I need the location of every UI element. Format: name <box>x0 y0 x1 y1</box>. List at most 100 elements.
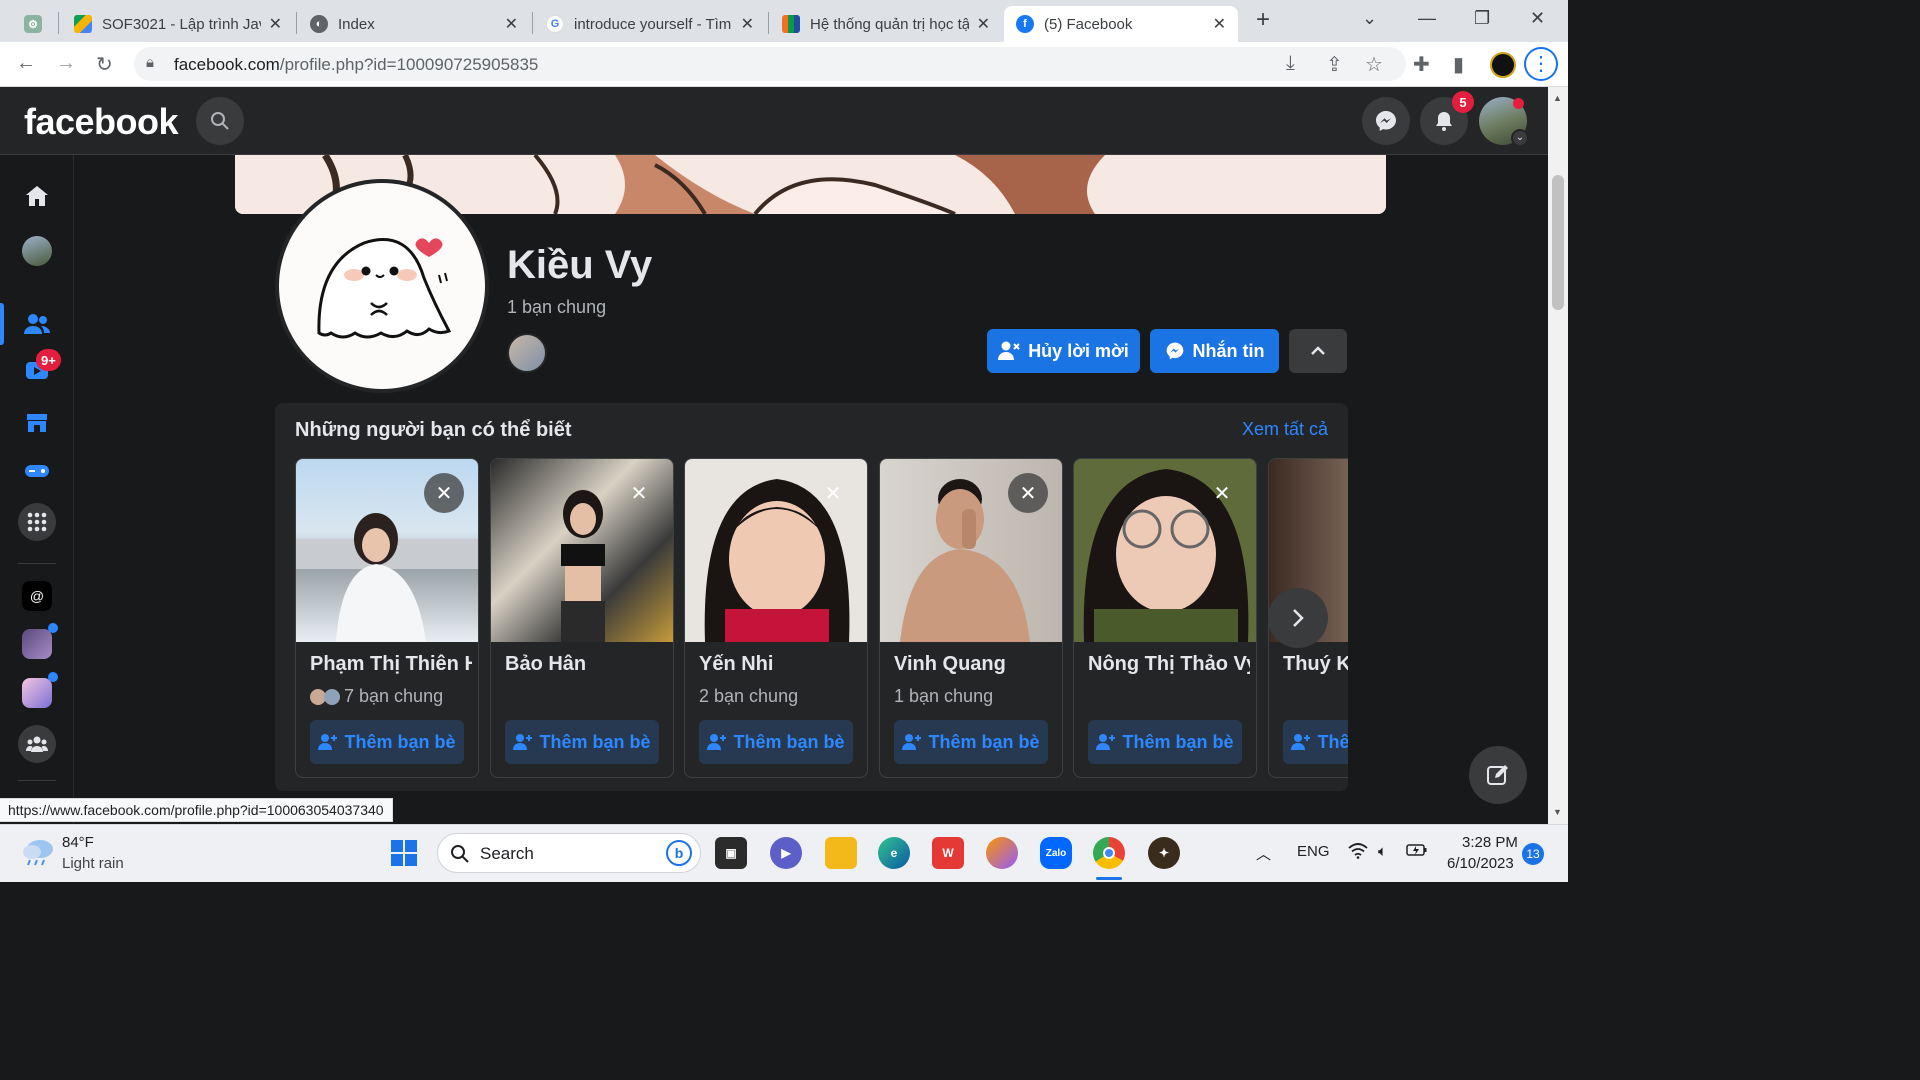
suggestion-card[interactable]: ✕ Yến Nhi 2 bạn chung Thêm bạn bè <box>684 458 868 778</box>
dismiss-button[interactable]: ✕ <box>1202 473 1242 513</box>
tab-facebook[interactable]: f (5) Facebook ✕ <box>1004 6 1238 42</box>
notification-center-badge[interactable]: 13 <box>1522 843 1544 865</box>
suggestion-card[interactable]: ✕ Vinh Quang 1 bạn chung Thêm bạn bè <box>879 458 1063 778</box>
teams-button[interactable]: ▶ <box>770 837 802 869</box>
dismiss-button[interactable]: ✕ <box>813 473 853 513</box>
collapse-suggestions-button[interactable] <box>1289 329 1347 373</box>
page-scrollbar[interactable]: ▲ ▼ <box>1548 87 1568 824</box>
tab-lms[interactable]: Hệ thống quản trị học tập ✕ <box>770 6 1002 42</box>
dismiss-button[interactable]: ✕ <box>1008 473 1048 513</box>
windows-taskbar: 84°F Light rain Search b ▣ ▶ e W Zalo ✦ … <box>0 824 1568 882</box>
scroll-up-arrow-icon[interactable]: ▲ <box>1553 93 1562 103</box>
chrome-button[interactable] <box>1093 837 1125 869</box>
new-tab-button[interactable]: + <box>1256 6 1270 34</box>
file-explorer-button[interactable] <box>825 837 857 869</box>
weather-widget[interactable] <box>20 837 56 867</box>
suggestion-mutual[interactable]: 7 bạn chung <box>310 686 443 707</box>
share-icon[interactable]: ⇪ <box>1326 52 1343 77</box>
edge-button[interactable]: e <box>878 837 910 869</box>
search-button[interactable] <box>196 97 244 145</box>
battery-icon[interactable] <box>1406 843 1428 861</box>
dismiss-button[interactable]: ✕ <box>619 473 659 513</box>
address-bar[interactable]: 🔒︎ facebook.com/profile.php?id=100090725… <box>134 47 1406 81</box>
tab-google-search[interactable]: G introduce yourself - Tìm ✕ <box>534 6 766 42</box>
side-panel-icon[interactable]: ▮ <box>1453 52 1464 77</box>
suggestion-name[interactable]: Yến Nhi <box>699 653 861 676</box>
clock-date[interactable]: 6/10/2023 <box>1447 855 1514 872</box>
add-friend-button[interactable]: Thêm bạn bè <box>699 720 853 764</box>
close-icon[interactable]: ✕ <box>269 14 282 34</box>
see-all-link[interactable]: Xem tất cả <box>1242 419 1328 440</box>
task-view-button[interactable]: ▣ <box>715 837 747 869</box>
add-friend-button[interactable]: Thêm bạn bè <box>1088 720 1242 764</box>
profile-picture[interactable] <box>275 179 489 393</box>
chevron-down-icon[interactable]: ⌄ <box>1511 129 1529 147</box>
bookmark-star-icon[interactable]: ☆ <box>1365 52 1383 77</box>
clock-time[interactable]: 3:28 PM <box>1462 834 1518 851</box>
suggestion-name[interactable]: Vinh Quang <box>894 653 1056 676</box>
suggestion-name[interactable]: Thuý Kiều <box>1283 653 1348 676</box>
show-hidden-icons[interactable]: ︿ <box>1256 843 1271 864</box>
minimize-button[interactable]: — <box>1418 8 1436 29</box>
suggestion-card[interactable]: ✕ Nông Thị Thảo Vy Thêm bạn bè <box>1073 458 1257 778</box>
message-button[interactable]: Nhắn tin <box>1150 329 1279 373</box>
suggestion-name[interactable]: Nông Thị Thảo Vy <box>1088 653 1250 676</box>
bing-icon[interactable]: b <box>666 840 692 866</box>
carousel-next-button[interactable] <box>1268 588 1328 648</box>
menu-button[interactable] <box>18 503 56 541</box>
groups-button[interactable] <box>18 725 56 763</box>
cancel-request-button[interactable]: Hủy lời mời <box>987 329 1140 373</box>
game-button[interactable]: ✦ <box>1148 837 1180 869</box>
suggestion-mutual[interactable]: 1 bạn chung <box>894 686 993 707</box>
taskbar-search[interactable]: Search b <box>437 833 701 873</box>
mutual-friends-count[interactable]: 1 bạn chung <box>507 297 606 318</box>
restore-button[interactable]: ❐ <box>1474 8 1490 29</box>
install-icon[interactable]: ⤓ <box>1286 52 1295 75</box>
wifi-icon[interactable] <box>1348 843 1368 863</box>
profile-avatar-icon[interactable] <box>1490 52 1516 78</box>
close-window-button[interactable]: ✕ <box>1530 8 1545 29</box>
forward-icon[interactable]: → <box>56 52 76 75</box>
dismiss-button[interactable]: ✕ <box>424 473 464 513</box>
suggestion-mutual[interactable]: 2 bạn chung <box>699 686 798 707</box>
gaming-button[interactable] <box>18 452 56 490</box>
close-icon[interactable]: ✕ <box>977 14 990 34</box>
start-button[interactable] <box>388 837 420 869</box>
extensions-icon[interactable]: ✚ <box>1413 52 1430 77</box>
language-indicator[interactable]: ENG <box>1297 843 1330 860</box>
profile-shortcut-button[interactable] <box>18 232 56 270</box>
add-friend-button[interactable]: Thêm bạn bè <box>310 720 464 764</box>
close-icon[interactable]: ✕ <box>1213 14 1226 34</box>
mutual-friend-avatar[interactable] <box>507 333 547 373</box>
firefox-button[interactable] <box>986 837 1018 869</box>
suggestion-card[interactable]: ✕ Phạm Thị Thiên Hương 7 bạn chung Thêm … <box>295 458 479 778</box>
messenger-button[interactable] <box>1362 97 1410 145</box>
scrollbar-thumb[interactable] <box>1552 175 1564 310</box>
friends-button[interactable] <box>18 305 56 343</box>
close-icon[interactable]: ✕ <box>741 14 754 34</box>
add-friend-button[interactable]: Thêm bạn bè <box>505 720 659 764</box>
wps-button[interactable]: W <box>932 837 964 869</box>
scroll-down-arrow-icon[interactable]: ▼ <box>1553 807 1562 817</box>
threads-icon: @ <box>22 581 52 611</box>
suggestion-name[interactable]: Bảo Hân <box>505 653 667 676</box>
tab-search-button[interactable]: ⚙ <box>16 6 52 42</box>
menu-kebab-icon[interactable]: ⋮ <box>1524 47 1558 81</box>
close-icon[interactable]: ✕ <box>505 14 518 34</box>
new-message-button[interactable] <box>1469 746 1527 804</box>
tab-index[interactable]: ◐ Index ✕ <box>298 6 530 42</box>
reload-icon[interactable]: ↻ <box>96 52 113 77</box>
add-friend-button[interactable]: Thêm bạn bè <box>1283 720 1348 764</box>
add-friend-button[interactable]: Thêm bạn bè <box>894 720 1048 764</box>
facebook-logo[interactable]: facebook <box>24 101 179 143</box>
zalo-button[interactable]: Zalo <box>1040 837 1072 869</box>
suggestion-card[interactable]: ✕ Bảo Hân Thêm bạn bè <box>490 458 674 778</box>
back-icon[interactable]: ← <box>16 52 36 75</box>
shortcut-threads[interactable]: @ <box>18 577 56 615</box>
suggestion-name[interactable]: Phạm Thị Thiên Hương <box>310 653 472 676</box>
volume-muted-icon[interactable]: 🔈︎ <box>1378 843 1387 860</box>
home-button[interactable] <box>18 177 56 215</box>
tab-sof3021[interactable]: SOF3021 - Lập trình Java ✕ <box>62 6 294 42</box>
tab-search-chevron-icon[interactable]: ⌄ <box>1362 8 1377 29</box>
marketplace-button[interactable] <box>18 403 56 441</box>
